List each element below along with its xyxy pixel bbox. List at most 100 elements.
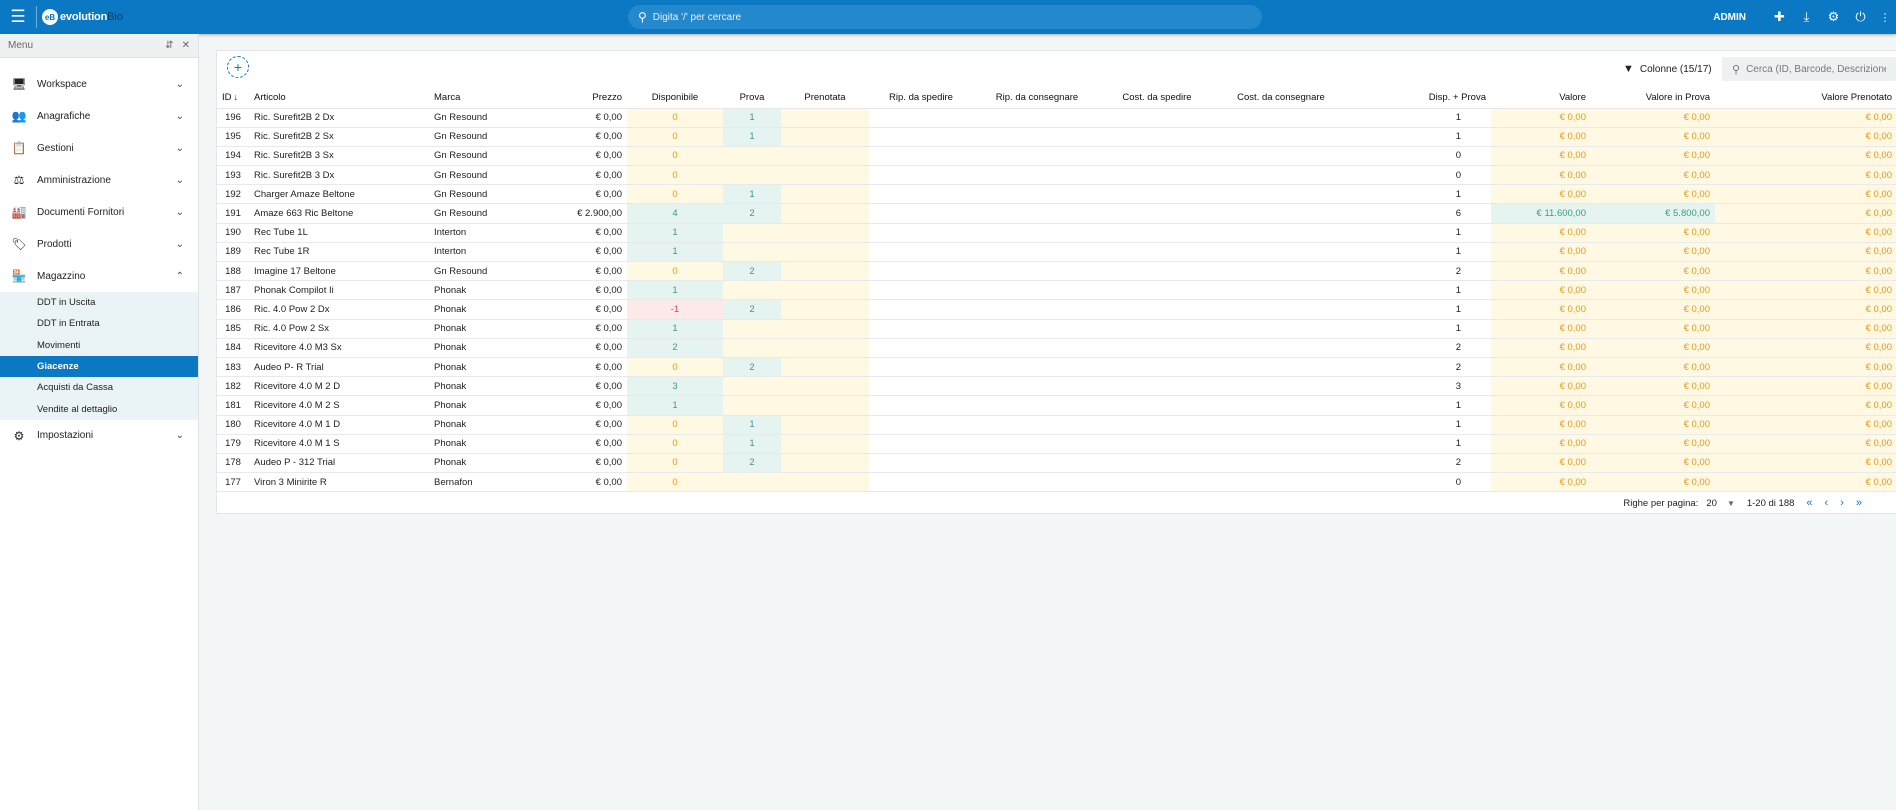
chevron-down-icon: ⌄ xyxy=(175,430,184,442)
cell-rip-spedire xyxy=(869,453,973,474)
table-row[interactable]: 186 Ric. 4.0 Pow 2 Dx Phonak € 0,00 -1 2 1 € 0,… xyxy=(217,299,1896,320)
prev-page-icon[interactable]: ‹ xyxy=(1825,497,1829,509)
cell-articolo: Ric. Surefit2B 3 Sx xyxy=(249,146,429,167)
cell-marca: Phonak xyxy=(429,338,539,358)
sidebar-item-documenti-fornitori[interactable]: 🏭 Documenti Fornitori ⌄ xyxy=(0,196,198,228)
table-row[interactable]: 184 Ricevitore 4.0 M3 Sx Phonak € 0,00 2 2 € 0… xyxy=(217,338,1896,358)
table-row[interactable]: 195 Ric. Surefit2B 2 Sx Gn Resound € 0,00 0 1… xyxy=(217,127,1896,147)
cell-rip-consegnare xyxy=(973,376,1101,397)
expand-all-icon[interactable]: ⇵ xyxy=(165,40,173,51)
app-logo[interactable]: eB evolution Bio xyxy=(36,6,123,28)
cell-prenotata xyxy=(781,357,869,378)
cell-disponibile: 0 xyxy=(627,146,723,167)
cell-prova xyxy=(723,242,781,263)
sidebar-subitem-ddt-entrata[interactable]: DDT in Entrata xyxy=(0,313,198,334)
first-page-icon[interactable]: « xyxy=(1806,497,1812,509)
sidebar-item-label: Gestioni xyxy=(37,142,74,154)
sidebar-item-workspace[interactable]: 🖥 Workspace ⌄ xyxy=(0,68,198,100)
table-row[interactable]: 194 Ric. Surefit2B 3 Sx Gn Resound € 0,00 0 0… xyxy=(217,146,1896,167)
cell-rip-consegnare xyxy=(973,453,1101,474)
global-search-input[interactable] xyxy=(652,11,1213,23)
sidebar-subitem-vendite-dettaglio[interactable]: Vendite al dettaglio xyxy=(0,398,198,419)
table-row[interactable]: 191 Amaze 663 Ric Beltone Gn Resound € 2.90… xyxy=(217,203,1896,224)
user-name[interactable]: ADMIN xyxy=(1713,12,1746,23)
hamburger-menu-icon[interactable]: ☰ xyxy=(0,0,36,34)
col-header-articolo[interactable]: Articolo xyxy=(249,87,429,109)
table-row[interactable]: 192 Charger Amaze Beltone Gn Resound € 0,00… xyxy=(217,184,1896,205)
sidebar-item-impostazioni[interactable]: ⚙ Impostazioni ⌄ xyxy=(0,420,198,452)
next-page-icon[interactable]: › xyxy=(1840,497,1844,509)
sidebar-item-gestioni[interactable]: 📋 Gestioni ⌄ xyxy=(0,132,198,164)
col-header-cost-spedire[interactable]: Cost. da spedire xyxy=(1101,87,1213,109)
sidebar-subitem-ddt-uscita[interactable]: DDT in Uscita xyxy=(0,292,198,313)
table-row[interactable]: 188 Imagine 17 Beltone Gn Resound € 0,00 0 2 2… xyxy=(217,261,1896,282)
col-header-prenotata[interactable]: Prenotata xyxy=(781,87,869,109)
cell-valore: € 0,00 xyxy=(1491,127,1591,147)
cell-id: 182 xyxy=(217,376,249,397)
sidebar-item-anagrafiche[interactable]: 👥 Anagrafiche ⌄ xyxy=(0,100,198,132)
cell-prenotata xyxy=(781,203,869,224)
table-row[interactable]: 179 Ricevitore 4.0 M 1 S Phonak € 0,00 0 1 1 € … xyxy=(217,434,1896,454)
col-header-valore[interactable]: Valore xyxy=(1491,87,1591,109)
table-row[interactable]: 190 Rec Tube 1L Interton € 0,00 1 1 € 0,00 € 0,… xyxy=(217,223,1896,243)
collapse-all-icon[interactable]: ✕ xyxy=(182,40,190,51)
table-row[interactable]: 187 Phonak Compilot Ii Phonak € 0,00 1 1 € 0,0… xyxy=(217,280,1896,301)
cell-disp-prova: 1 xyxy=(1349,280,1491,301)
sidebar-subitem-acquisti-cassa[interactable]: Acquisti da Cassa xyxy=(0,377,198,398)
col-header-valore-prenotato[interactable]: Valore Prenotato xyxy=(1715,87,1896,109)
table-row[interactable]: 196 Ric. Surefit2B 2 Dx Gn Resound € 0,00 0 1… xyxy=(217,108,1896,128)
columns-button[interactable]: ▼ Colonne (15/17) xyxy=(1623,61,1712,77)
more-icon[interactable]: ⋮ xyxy=(1874,11,1896,24)
cell-disponibile: 3 xyxy=(627,376,723,397)
cell-articolo: Ric. Surefit2B 2 Sx xyxy=(249,127,429,147)
plus-icon[interactable]: ✚ xyxy=(1766,9,1793,25)
rows-per-page-select[interactable]: 20 ▼ xyxy=(1706,498,1735,509)
col-header-prezzo[interactable]: Prezzo xyxy=(539,87,627,109)
sidebar-item-amministrazione[interactable]: ⚖ Amministrazione ⌄ xyxy=(0,164,198,196)
cell-articolo: Ric. Surefit2B 2 Dx xyxy=(249,108,429,128)
cell-cost-consegnare xyxy=(1213,338,1349,358)
sidebar-item-prodotti[interactable]: 🏷 Prodotti ⌄ xyxy=(0,228,198,260)
col-header-prova[interactable]: Prova xyxy=(723,87,781,109)
table-row[interactable]: 193 Ric. Surefit2B 3 Dx Gn Resound € 0,00 0 0… xyxy=(217,165,1896,186)
col-header-disponibile[interactable]: Disponibile xyxy=(627,87,723,109)
col-header-marca[interactable]: Marca xyxy=(429,87,539,109)
col-header-rip-consegnare[interactable]: Rip. da consegnare xyxy=(973,87,1101,109)
power-icon[interactable]: ⏻ xyxy=(1847,9,1874,25)
gear-icon[interactable]: ⚙ xyxy=(1820,9,1847,25)
cell-cost-spedire xyxy=(1101,319,1213,339)
sidebar-item-magazzino[interactable]: 🏪 Magazzino ⌃ xyxy=(0,260,198,292)
cell-prezzo: € 0,00 xyxy=(539,338,627,358)
cell-cost-consegnare xyxy=(1213,127,1349,147)
sidebar-subitem-giacenze[interactable]: Giacenze xyxy=(0,355,198,378)
table-search-input[interactable] xyxy=(1746,63,1887,75)
chevron-down-icon: ⌄ xyxy=(175,174,184,186)
table-row[interactable]: 182 Ricevitore 4.0 M 2 D Phonak € 0,00 3 3 € 0… xyxy=(217,376,1896,397)
cell-disponibile: 0 xyxy=(627,415,723,435)
col-header-rip-spedire[interactable]: Rip. da spedire xyxy=(869,87,973,109)
cell-marca: Phonak xyxy=(429,415,539,435)
table-row[interactable]: 189 Rec Tube 1R Interton € 0,00 1 1 € 0,00 € 0,… xyxy=(217,242,1896,263)
cell-cost-consegnare xyxy=(1213,376,1349,397)
cell-cost-spedire xyxy=(1101,415,1213,435)
table-search[interactable]: ⚲ xyxy=(1722,57,1896,81)
last-page-icon[interactable]: » xyxy=(1856,497,1862,509)
cell-disponibile: 0 xyxy=(627,127,723,147)
col-header-id[interactable]: ID ↓ xyxy=(217,87,249,109)
cell-rip-consegnare xyxy=(973,434,1101,454)
table-row[interactable]: 183 Audeo P- R Trial Phonak € 0,00 0 2 2 € 0,00… xyxy=(217,357,1896,378)
col-header-valore-prova[interactable]: Valore in Prova xyxy=(1591,87,1715,109)
cell-prenotata xyxy=(781,242,869,263)
table-row[interactable]: 180 Ricevitore 4.0 M 1 D Phonak € 0,00 0 1 1 € … xyxy=(217,415,1896,435)
cell-articolo: Ricevitore 4.0 M 1 S xyxy=(249,434,429,454)
table-row[interactable]: 181 Ricevitore 4.0 M 2 S Phonak € 0,00 1 1 € 0… xyxy=(217,395,1896,416)
sidebar-subitem-movimenti[interactable]: Movimenti xyxy=(0,335,198,356)
table-row[interactable]: 185 Ric. 4.0 Pow 2 Sx Phonak € 0,00 1 1 € 0,00… xyxy=(217,319,1896,339)
global-search[interactable]: ⚲ xyxy=(628,5,1262,29)
col-header-disp-prova[interactable]: Disp. + Prova xyxy=(1349,87,1491,109)
col-header-cost-consegnare[interactable]: Cost. da consegnare xyxy=(1213,87,1349,109)
download-icon[interactable]: ⤓ xyxy=(1793,9,1820,25)
add-button[interactable]: + xyxy=(227,56,249,78)
table-row[interactable]: 178 Audeo P - 312 Trial Phonak € 0,00 0 2 2 € 0… xyxy=(217,453,1896,474)
table-row[interactable]: 177 Viron 3 Minirite R Bernafon € 0,00 0 0 € 0… xyxy=(217,472,1896,493)
